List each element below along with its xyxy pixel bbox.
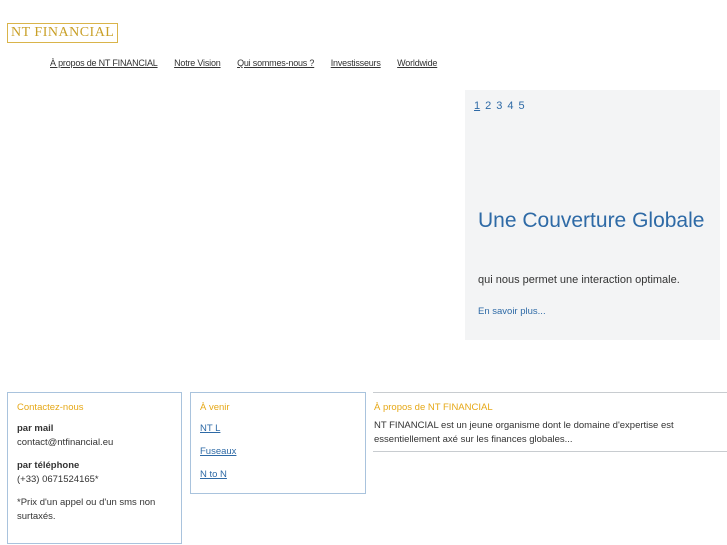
nav-link-investors[interactable]: Investisseurs (331, 58, 381, 68)
contact-box: Contactez-nous par mail contact@ntfinanc… (7, 392, 182, 544)
phone-value: (+33) 0671524165* (17, 474, 99, 485)
hero-subtitle: qui nous permet une interaction optimale… (478, 274, 680, 286)
hero-title: Une Couverture Globale (478, 209, 705, 232)
slider-pager: 12345 (474, 100, 530, 112)
upcoming-box: À venir NT L Fuseaux N to N (190, 392, 366, 494)
pager-page-3[interactable]: 3 (496, 100, 502, 112)
mail-label: par mail (17, 423, 54, 434)
about-text: NT FINANCIAL est un jeune organisme dont… (374, 420, 674, 445)
about-box: À propos de NT FINANCIAL NT FINANCIAL es… (373, 392, 727, 452)
pager-page-2[interactable]: 2 (485, 100, 491, 112)
phone-label: par téléphone (17, 460, 80, 471)
upcoming-link-n-to-n[interactable]: N to N (200, 468, 356, 482)
pager-page-5[interactable]: 5 (519, 100, 525, 112)
upcoming-title: À venir (200, 402, 230, 413)
pager-page-4[interactable]: 4 (507, 100, 513, 112)
hero-slider: 12345 Une Couverture Globale qui nous pe… (465, 90, 720, 340)
nav-link-about[interactable]: À propos de NT FINANCIAL (50, 58, 158, 68)
upcoming-link-fuseaux[interactable]: Fuseaux (200, 445, 356, 459)
pager-page-1[interactable]: 1 (474, 100, 480, 112)
mail-value: contact@ntfinancial.eu (17, 437, 114, 448)
top-nav: À propos de NT FINANCIAL Notre Vision Qu… (50, 58, 451, 68)
nav-link-worldwide[interactable]: Worldwide (397, 58, 437, 68)
nav-link-who-we-are[interactable]: Qui sommes-nous ? (237, 58, 314, 68)
pricing-note: *Prix d'un appel ou d'un sms non surtaxé… (17, 497, 156, 522)
contact-title: Contactez-nous (17, 402, 84, 413)
nav-link-vision[interactable]: Notre Vision (174, 58, 221, 68)
site-logo[interactable]: NT FINANCIAL (7, 23, 119, 43)
about-title: À propos de NT FINANCIAL (374, 402, 493, 413)
upcoming-link-ntl[interactable]: NT L (200, 422, 356, 436)
hero-read-more-link[interactable]: En savoir plus... (478, 306, 546, 317)
